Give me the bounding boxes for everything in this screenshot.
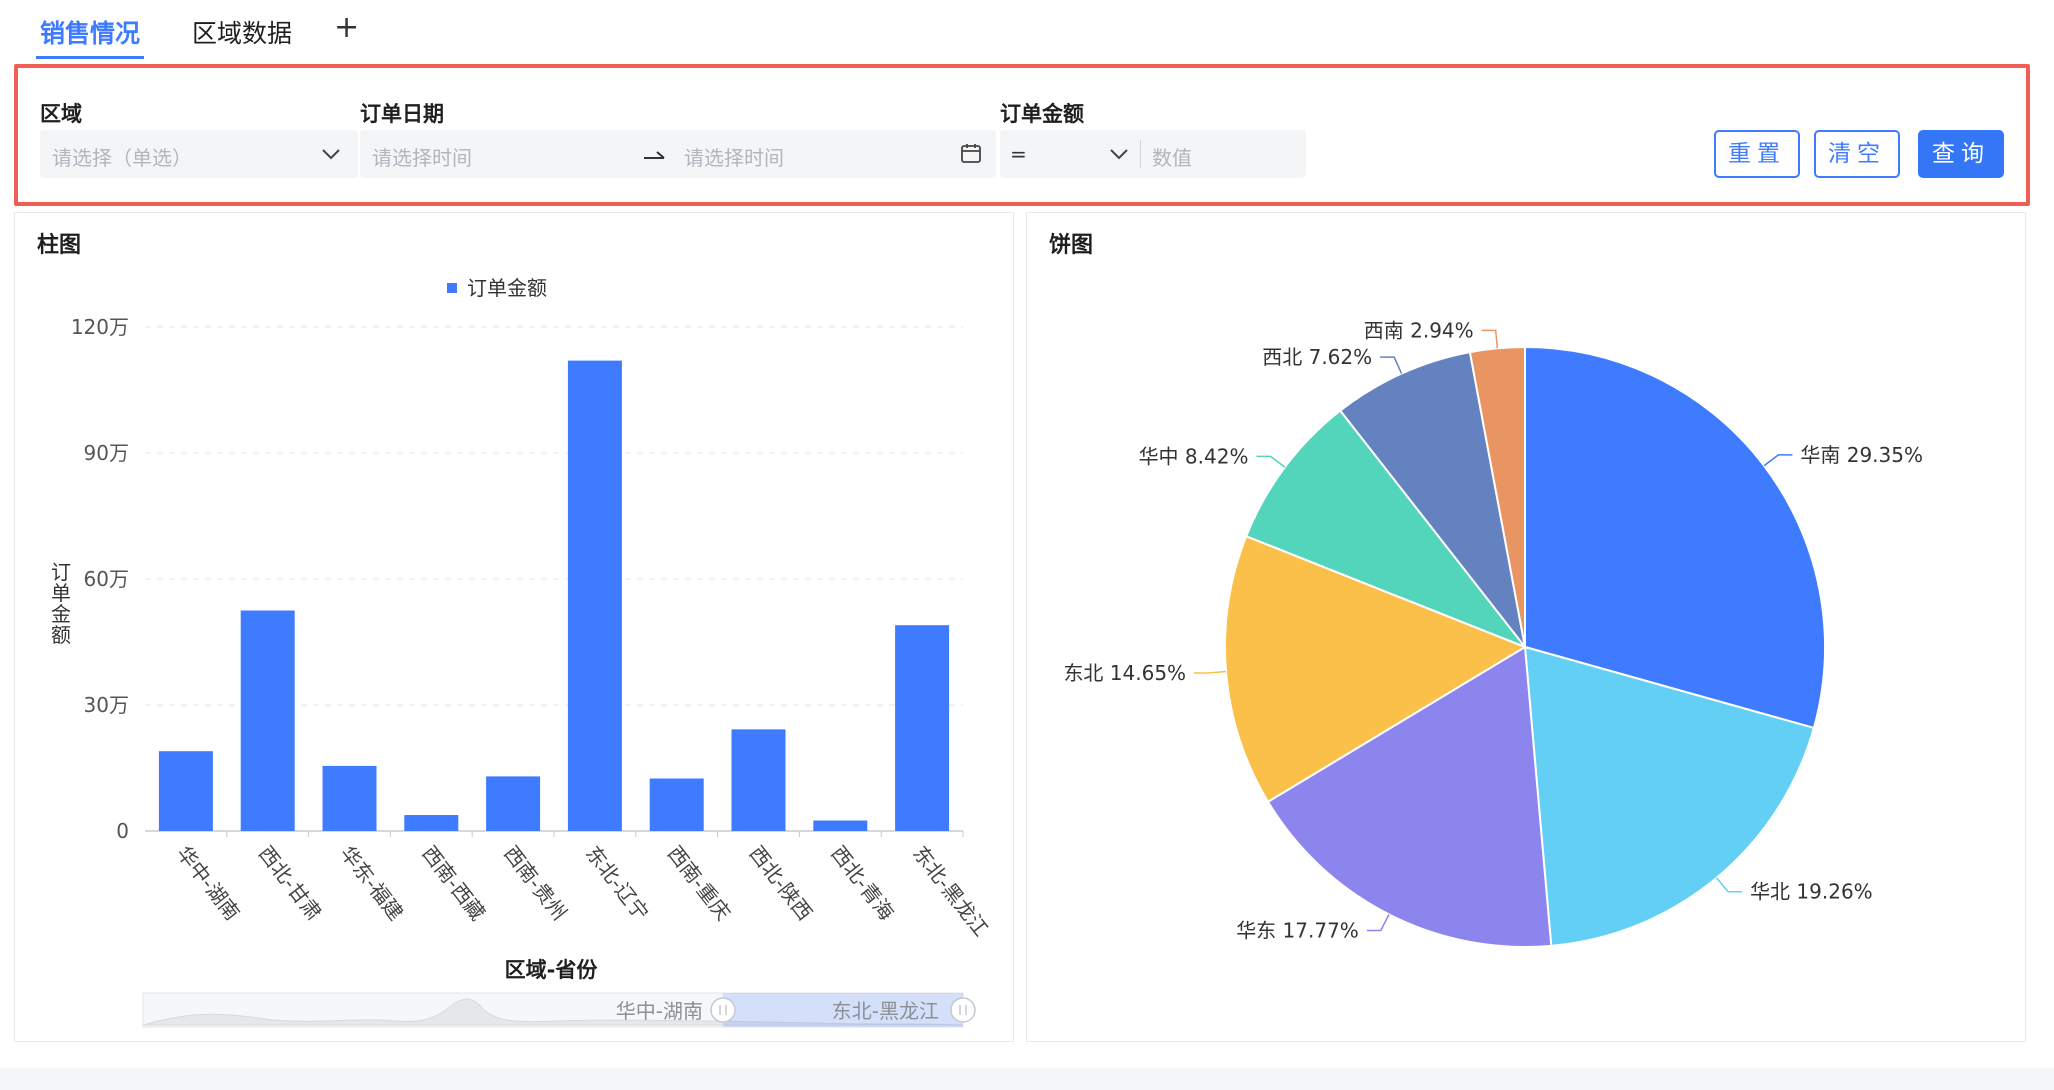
x-tick-label: 西北-甘肃 <box>254 841 327 925</box>
amount-value-input[interactable]: 数值 <box>1152 142 1192 171</box>
pie-label-line <box>1380 356 1403 374</box>
operator-divider <box>1140 140 1141 168</box>
slider-handle[interactable] <box>710 997 736 1023</box>
pie-slice-label: 华中 8.42% <box>1139 444 1249 468</box>
bar[interactable] <box>240 610 295 832</box>
order-date-label: 订单日期 <box>360 102 444 126</box>
legend-label: 订单金额 <box>467 276 547 300</box>
bar[interactable] <box>322 765 377 831</box>
legend-swatch <box>447 283 457 293</box>
slider-handle[interactable] <box>950 997 976 1023</box>
end-date-input[interactable]: 请选择时间 <box>684 142 784 171</box>
operator-select[interactable]: = <box>1000 130 1140 178</box>
x-tick-label: 华中-湖南 <box>172 841 245 925</box>
pie-chart: 华南 29.35% 华北 19.26% 华东 17.77% 东北 14.65% 华中 8… <box>1063 318 1923 948</box>
pie-slice-label: 东北 14.65% <box>1063 661 1186 685</box>
bar[interactable] <box>895 625 950 831</box>
tab-sales[interactable]: 销售情况 <box>40 14 140 50</box>
reset-button[interactable]: 重置 <box>1714 130 1800 178</box>
add-tab-button[interactable]: + <box>334 10 359 45</box>
x-tick-label: 东北-辽宁 <box>581 841 654 925</box>
region-placeholder: 请选择（单选） <box>52 146 192 170</box>
arrow-right-icon <box>644 151 665 159</box>
bar[interactable] <box>731 729 786 831</box>
bar[interactable] <box>404 815 459 831</box>
order-amount-filter: = 数值 <box>1000 130 1306 178</box>
region-select[interactable]: 请选择（单选） <box>40 130 358 178</box>
x-tick-label: 西南-重庆 <box>663 841 736 925</box>
pie-slice-label: 华北 19.26% <box>1750 880 1873 904</box>
chevron-down-icon <box>322 149 340 160</box>
pie-label-line <box>1366 914 1390 932</box>
operator-value: = <box>1010 142 1027 166</box>
x-tick-label: 西南-贵州 <box>499 841 572 925</box>
x-tick-label: 西南-西藏 <box>417 841 490 925</box>
y-tick-label: 0 <box>116 819 129 843</box>
x-tick-label: 西北-青海 <box>826 841 899 925</box>
y-axis-label: 订单金额 <box>51 560 71 647</box>
bar[interactable] <box>158 751 213 831</box>
bar[interactable] <box>813 820 868 832</box>
region-label: 区域 <box>40 102 82 126</box>
order-amount-label: 订单金额 <box>1000 102 1084 126</box>
pie-label-line <box>1256 455 1286 468</box>
y-tick-label: 90万 <box>84 441 129 465</box>
chevron-down-icon <box>1110 149 1128 160</box>
pie-label-line <box>1715 877 1743 893</box>
x-tick-label: 西北-陕西 <box>745 841 818 925</box>
page-footer-strip <box>0 1068 2054 1090</box>
pie-slice-label: 华南 29.35% <box>1800 443 1923 467</box>
tab-region-data[interactable]: 区域数据 <box>192 14 292 50</box>
active-tab-indicator <box>36 56 144 59</box>
y-tick-label: 30万 <box>84 693 129 717</box>
data-zoom-slider[interactable]: 华中-湖南 东北-黑龙江 <box>142 992 976 1028</box>
pie-chart-card: 饼图 华南 29.35% 华北 19.26% 华东 17.77% 东北 14.65% 华… <box>1026 212 2026 1042</box>
x-tick-label: 东北-黑龙江 <box>908 841 993 940</box>
pie-slice-label: 西北 7.62% <box>1262 345 1372 369</box>
slider-end-label: 东北-黑龙江 <box>832 999 939 1023</box>
query-button[interactable]: 查询 <box>1918 130 2004 178</box>
bar-chart: 订单金额030万60万90万120万订单金额华中-湖南 西北-甘肃 华东-福建 西南-… <box>51 276 993 1028</box>
y-tick-label: 120万 <box>71 315 129 339</box>
x-tick-label: 华东-福建 <box>336 841 409 925</box>
bar[interactable] <box>567 360 622 831</box>
start-date-input[interactable]: 请选择时间 <box>372 142 472 171</box>
bar[interactable] <box>486 776 541 831</box>
clear-button[interactable]: 清空 <box>1814 130 1900 178</box>
x-axis-label: 区域-省份 <box>505 958 599 982</box>
calendar-icon[interactable] <box>960 142 982 164</box>
bar-chart-card: 柱图 订单金额 0 30万 60万 90万 120万 订单金额 华中-湖南 西北-甘肃 华东-福建… <box>14 212 1014 1042</box>
order-date-range-picker[interactable]: 请选择时间 请选择时间 <box>360 130 996 178</box>
pie-label-line <box>1763 454 1793 467</box>
tab-bar: 销售情况 区域数据 + <box>0 0 2054 60</box>
y-tick-label: 60万 <box>84 567 129 591</box>
slider-start-label: 华中-湖南 <box>616 999 703 1023</box>
bar[interactable] <box>649 778 704 832</box>
pie-label-line <box>1481 329 1499 349</box>
filter-panel: 区域 请选择（单选） 订单日期 请选择时间 请选择时间 订单金额 = 数值 重置… <box>14 64 2030 206</box>
pie-label-line <box>1194 670 1227 674</box>
pie-slice-label: 华东 17.77% <box>1236 918 1359 942</box>
bar-legend[interactable]: 订单金额 <box>447 276 547 300</box>
dashboard-page: 销售情况 区域数据 + 区域 请选择（单选） 订单日期 请选择时间 请选择时间 <box>0 0 2054 1090</box>
pie-slice-label: 西南 2.94% <box>1364 318 1474 342</box>
